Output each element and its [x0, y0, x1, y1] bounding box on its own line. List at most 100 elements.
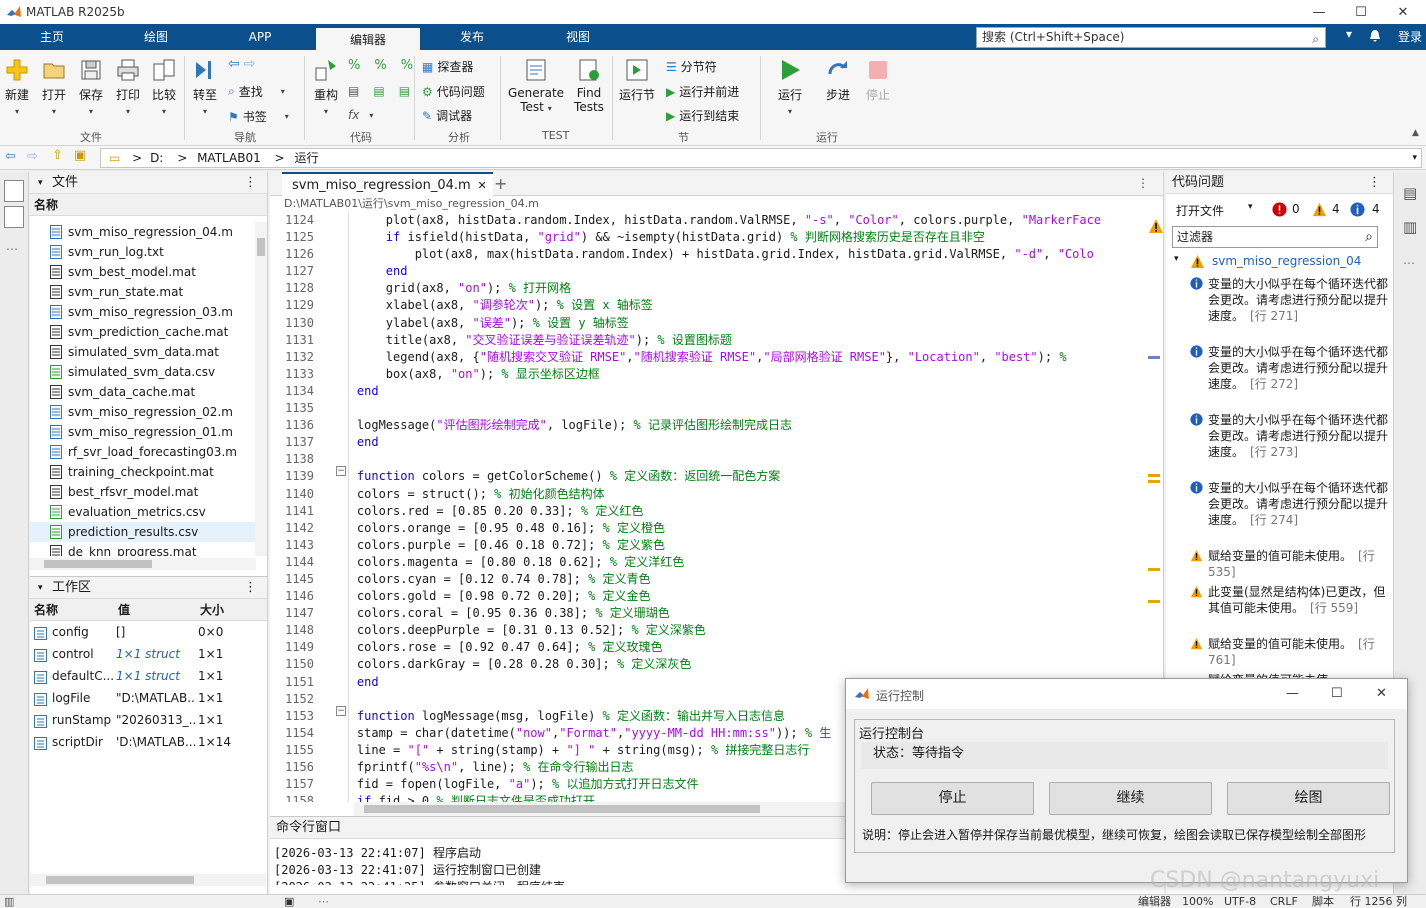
new-tab-icon[interactable]: +: [494, 174, 507, 193]
generate-test-button[interactable]: Generate Test ▾: [508, 58, 564, 114]
file-list-item[interactable]: simulated_svm_data.csv: [30, 362, 256, 382]
code-line[interactable]: 1134 end: [270, 383, 1164, 400]
workspace-row[interactable]: logFile "D:\MATLAB... 1×1: [30, 687, 267, 709]
code-line[interactable]: 1132 legend(ax8, {"随机搜索交叉验证 RMSE","随机搜索验…: [270, 349, 1164, 366]
editor-menu-icon[interactable]: ⋮: [1137, 176, 1149, 190]
code-line[interactable]: 1150 colors.darkGray = [0.28 0.28 0.30];…: [270, 656, 1164, 673]
code-line[interactable]: 1126 plot(ax8, max(histData.random.Index…: [270, 246, 1164, 263]
issue-item[interactable]: 赋给变量的值可能未使用。 [行 761]: [1190, 636, 1392, 668]
issue-marker[interactable]: [1148, 474, 1160, 477]
issue-line-ref[interactable]: [行 272]: [1250, 377, 1298, 391]
code-line[interactable]: 1145 colors.cyan = [0.12 0.74 0.78]; % 定…: [270, 571, 1164, 588]
code-line[interactable]: 1142 colors.orange = [0.95 0.48 0.16]; %…: [270, 520, 1164, 537]
dialog-maximize-button[interactable]: ☐: [1331, 686, 1343, 701]
back-arrow-icon[interactable]: ⇦: [228, 56, 240, 72]
col-size[interactable]: 大小: [200, 599, 224, 621]
dialog-close-button[interactable]: ✕: [1376, 686, 1387, 701]
status-encoding[interactable]: UTF-8: [1224, 895, 1256, 908]
panel-menu-icon[interactable]: ⋮: [244, 577, 257, 599]
file-list-item[interactable]: training_checkpoint.mat: [30, 462, 256, 482]
workspace-panel-toggle-icon[interactable]: [4, 206, 24, 228]
run-section-button[interactable]: 运行节: [618, 58, 656, 103]
file-list-item[interactable]: svm_miso_regression_03.m: [30, 302, 256, 322]
back-icon[interactable]: ⇦: [5, 149, 16, 164]
code-line[interactable]: 1140 colors = struct(); % 初始化颜色结构体: [270, 486, 1164, 503]
files-panel-toggle-icon[interactable]: [4, 180, 24, 202]
more-icon[interactable]: ⋯: [6, 242, 18, 256]
close-button[interactable]: ✕: [1380, 0, 1426, 24]
profiler-button[interactable]: ▦ 探查器: [422, 58, 473, 75]
tab-view[interactable]: 视图: [526, 24, 630, 50]
status-file-type[interactable]: 脚本: [1312, 895, 1334, 908]
file-list-item[interactable]: svm_best_model.mat: [30, 262, 256, 282]
tab-home[interactable]: 主页: [0, 24, 104, 50]
issue-item[interactable]: 变量的大小似乎在每个循环迭代都会更改。请考虑进行预分配以提升速度。 [行 271]: [1190, 276, 1392, 324]
nav-back-forward[interactable]: ⇦ ⇨: [228, 56, 255, 72]
issue-marker[interactable]: [1148, 356, 1160, 359]
file-list-item[interactable]: svm_miso_regression_01.m: [30, 422, 256, 442]
find-button[interactable]: ⌕ 查找 ▾: [228, 83, 285, 100]
find-tests-button[interactable]: Find Tests: [573, 58, 605, 114]
panel-menu-icon[interactable]: ⋮: [244, 172, 257, 194]
forward-icon[interactable]: ⇨: [27, 149, 38, 164]
file-list-item[interactable]: svm_run_state.mat: [30, 282, 256, 302]
file-list-item[interactable]: simulated_svm_data.mat: [30, 342, 256, 362]
issue-line-ref[interactable]: [行 273]: [1250, 445, 1298, 459]
new-button[interactable]: 新建 ▾: [3, 58, 31, 117]
file-list-item[interactable]: svm_prediction_cache.mat: [30, 322, 256, 342]
goto-button[interactable]: 转至 ▾: [191, 58, 219, 117]
dialog-minimize-button[interactable]: —: [1286, 686, 1299, 701]
code-tools-row1[interactable]: % % %: [348, 58, 413, 73]
status-eol[interactable]: CRLF: [1270, 895, 1298, 908]
files-vertical-scrollbar[interactable]: [255, 222, 267, 556]
run-and-advance-button[interactable]: ▶ 运行并前进: [666, 83, 739, 100]
path-folder-matlab01[interactable]: MATLAB01: [197, 151, 261, 165]
file-list-item[interactable]: evaluation_metrics.csv: [30, 502, 256, 522]
code-line[interactable]: 1128 grid(ax8, "on"); % 打开网格: [270, 280, 1164, 297]
issue-item[interactable]: 变量的大小似乎在每个循环迭代都会更改。请考虑进行预分配以提升速度。 [行 274]: [1190, 480, 1392, 528]
section-break-button[interactable]: ☰ 分节符: [666, 58, 717, 75]
plot-button[interactable]: 绘图: [1227, 782, 1390, 815]
issue-item[interactable]: 赋给变量的值可能未使用。 [行 535]: [1190, 548, 1392, 580]
filter-input[interactable]: 过滤器 ⌕: [1172, 226, 1378, 248]
print-button[interactable]: 打印 ▾: [114, 58, 142, 117]
warning-icon[interactable]: [1148, 218, 1164, 234]
current-folder-path[interactable]: ▭ > D: > MATLAB01 > 运行 ▾: [100, 148, 1422, 168]
workspace-row[interactable]: defaultC... 1×1 struct 1×1: [30, 665, 267, 687]
editor-tab-file[interactable]: svm_miso_regression_04.m ✕: [282, 172, 493, 196]
percent-comment-icon[interactable]: %: [348, 58, 360, 73]
path-folder-run[interactable]: 运行: [294, 151, 318, 165]
code-line[interactable]: 1143 colors.purple = [0.46 0.18 0.72]; %…: [270, 537, 1164, 554]
function-icon[interactable]: fx: [348, 108, 359, 122]
workspace-row[interactable]: control 1×1 struct 1×1: [30, 643, 267, 665]
browse-folder-icon[interactable]: ▣: [74, 148, 86, 163]
code-issues-button[interactable]: ⚙ 代码问题: [422, 83, 485, 100]
code-line[interactable]: 1131 title(ax8, "交叉验证误差与验证误差轨迹"); % 设置图标…: [270, 332, 1164, 349]
run-to-end-button[interactable]: ▶ 运行到结束: [666, 107, 739, 124]
search-input[interactable]: 搜索 (Ctrl+Shift+Space) ⌕: [976, 27, 1326, 48]
forward-arrow-icon[interactable]: ⇨: [244, 56, 256, 72]
code-line[interactable]: 1125 if isfield(histData, "grid") && ~is…: [270, 229, 1164, 246]
issue-line-ref[interactable]: [行 271]: [1250, 309, 1298, 323]
issue-marker[interactable]: [1148, 568, 1160, 571]
outline-toggle-icon[interactable]: ▥: [1403, 218, 1417, 236]
save-button[interactable]: 保存 ▾: [77, 58, 105, 117]
code-tools-row2[interactable]: ▤ ▤ ▤: [348, 84, 410, 98]
tab-editor[interactable]: 编辑器: [316, 26, 420, 52]
tab-apps[interactable]: APP: [208, 24, 312, 50]
issue-item[interactable]: 变量的大小似乎在每个循环迭代都会更改。请考虑进行预分配以提升速度。 [行 273]: [1190, 412, 1392, 460]
code-line[interactable]: 1135: [270, 400, 1164, 417]
code-line[interactable]: 1124 plot(ax8, histData.random.Index, hi…: [270, 212, 1164, 229]
stop-button[interactable]: 停止: [871, 782, 1034, 815]
name-column-header[interactable]: 名称: [30, 194, 267, 216]
run-button[interactable]: 运行 ▾: [774, 58, 806, 117]
code-line[interactable]: 1129 xlabel(ax8, "调参轮次"); % 设置 x 轴标签: [270, 297, 1164, 314]
outdent-icon[interactable]: ▤: [399, 84, 410, 98]
login-button[interactable]: 登录: [1398, 28, 1422, 45]
collapse-icon[interactable]: ▾: [38, 577, 43, 599]
file-list-item[interactable]: svm_run_log.txt: [30, 242, 256, 262]
file-list-item[interactable]: svm_miso_regression_02.m: [30, 402, 256, 422]
file-list-item[interactable]: best_rfsvr_model.mat: [30, 482, 256, 502]
code-line[interactable]: 1149 colors.rose = [0.92 0.47 0.64]; % 定…: [270, 639, 1164, 656]
open-button[interactable]: 打开 ▾: [40, 58, 68, 117]
